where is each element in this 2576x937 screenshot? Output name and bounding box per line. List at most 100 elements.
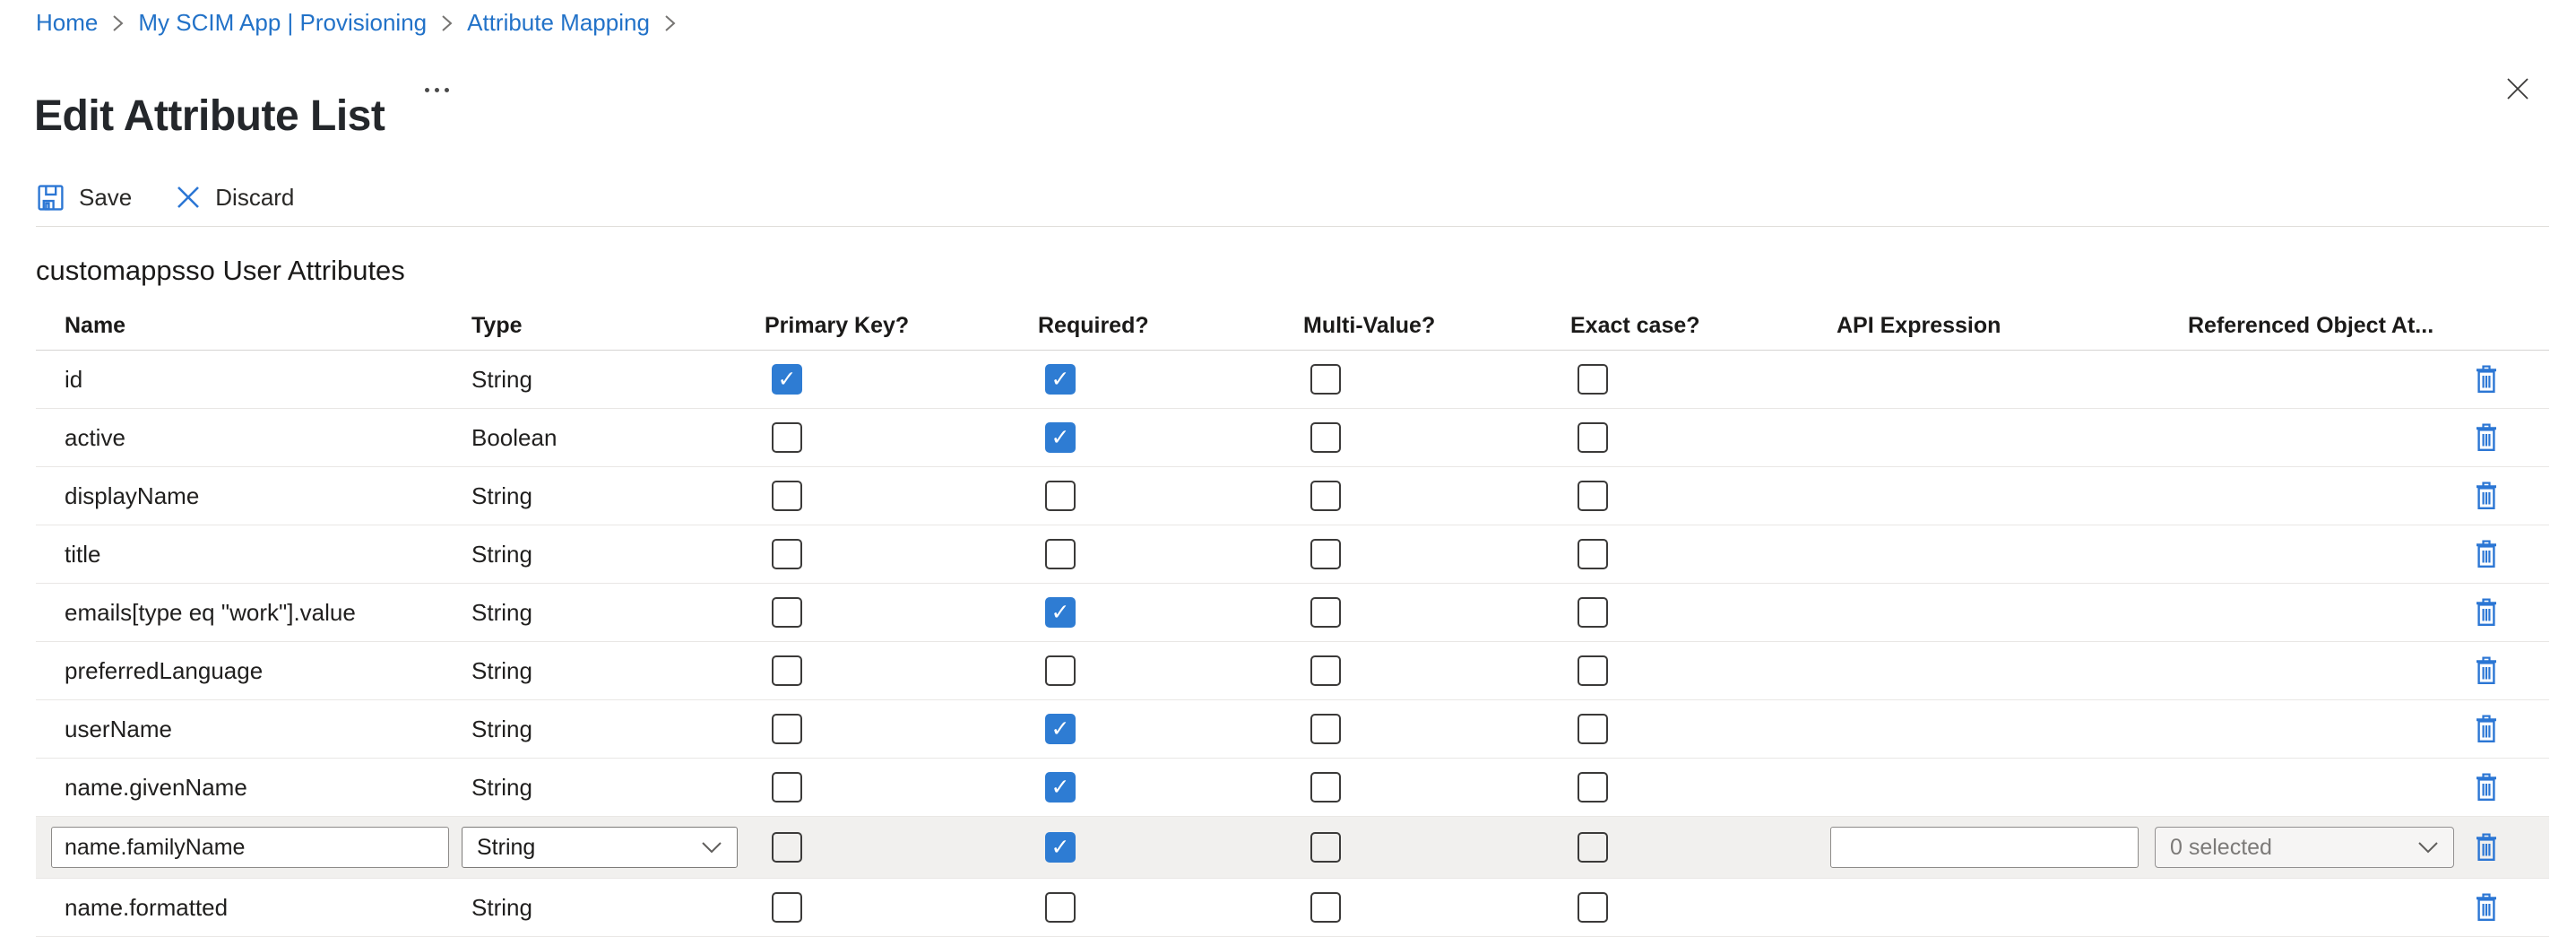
multi-value-checkbox[interactable] bbox=[1310, 655, 1341, 686]
required-checkbox[interactable]: ✓ bbox=[1045, 422, 1076, 453]
column-header-primary-key: Primary Key? bbox=[765, 313, 1038, 339]
required-checkbox[interactable]: ✓ bbox=[1045, 772, 1076, 803]
toolbar-divider bbox=[36, 226, 2549, 227]
chevron-down-icon bbox=[701, 841, 722, 855]
attribute-name: title bbox=[65, 541, 471, 568]
discard-label: Discard bbox=[215, 184, 294, 212]
attribute-type: String bbox=[471, 599, 765, 627]
multi-value-checkbox[interactable] bbox=[1310, 422, 1341, 453]
required-checkbox[interactable] bbox=[1045, 892, 1076, 923]
table-row: userNameString ✓ bbox=[36, 700, 2549, 759]
table-row: ✓ String 0 selected bbox=[36, 817, 2549, 879]
delete-row-button[interactable] bbox=[2474, 422, 2499, 453]
attribute-name: userName bbox=[65, 716, 471, 743]
chevron-right-icon bbox=[441, 13, 453, 33]
column-header-multi-value: Multi-Value? bbox=[1303, 313, 1570, 339]
breadcrumb-link-home[interactable]: Home bbox=[36, 9, 98, 37]
required-checkbox[interactable]: ✓ bbox=[1045, 714, 1076, 744]
table-row: name.givenNameString✓ bbox=[36, 759, 2549, 817]
table-body: idString✓✓activeBoolean✓displayNameStrin… bbox=[36, 351, 2549, 937]
multi-value-checkbox[interactable] bbox=[1310, 481, 1341, 511]
multi-value-checkbox[interactable] bbox=[1310, 714, 1341, 744]
attribute-type: String bbox=[471, 716, 765, 743]
breadcrumb-link-provisioning[interactable]: My SCIM App | Provisioning bbox=[138, 9, 427, 37]
delete-row-button[interactable] bbox=[2474, 892, 2499, 923]
delete-row-button[interactable] bbox=[2474, 364, 2499, 395]
type-select[interactable]: String bbox=[462, 827, 738, 868]
column-header-exact-case: Exact case? bbox=[1570, 313, 1837, 339]
delete-row-button[interactable] bbox=[2474, 481, 2499, 511]
table-header: Name Type Primary Key? Required? Multi-V… bbox=[36, 301, 2549, 351]
table-row: displayNameString bbox=[36, 467, 2549, 525]
table-row: activeBoolean✓ bbox=[36, 409, 2549, 467]
primary-key-checkbox[interactable] bbox=[772, 772, 802, 803]
delete-row-button[interactable] bbox=[2474, 539, 2499, 569]
table-row: emails[type eq "work"].valueString✓ bbox=[36, 584, 2549, 642]
trash-icon bbox=[2474, 481, 2499, 511]
save-label: Save bbox=[79, 184, 132, 212]
required-checkbox[interactable]: ✓ bbox=[1045, 597, 1076, 628]
exact-case-checkbox[interactable] bbox=[1578, 655, 1608, 686]
delete-row-button[interactable] bbox=[2474, 655, 2499, 686]
exact-case-checkbox[interactable] bbox=[1578, 772, 1608, 803]
primary-key-checkbox[interactable] bbox=[772, 892, 802, 923]
trash-icon bbox=[2474, 597, 2499, 628]
column-header-name: Name bbox=[65, 313, 471, 339]
attribute-type: String bbox=[471, 657, 765, 685]
trash-icon bbox=[2474, 655, 2499, 686]
exact-case-checkbox[interactable] bbox=[1578, 832, 1608, 863]
primary-key-checkbox[interactable] bbox=[772, 422, 802, 453]
exact-case-checkbox[interactable] bbox=[1578, 539, 1608, 569]
multi-value-checkbox[interactable] bbox=[1310, 832, 1341, 863]
delete-row-button[interactable] bbox=[2474, 714, 2499, 744]
trash-icon bbox=[2474, 832, 2499, 863]
primary-key-checkbox[interactable]: ✓ bbox=[772, 364, 802, 395]
more-options-icon[interactable] bbox=[425, 88, 449, 92]
multi-value-checkbox[interactable] bbox=[1310, 597, 1341, 628]
required-checkbox[interactable] bbox=[1045, 655, 1076, 686]
attribute-name: displayName bbox=[65, 482, 471, 510]
exact-case-checkbox[interactable] bbox=[1578, 714, 1608, 744]
required-checkbox[interactable] bbox=[1045, 539, 1076, 569]
required-checkbox[interactable] bbox=[1045, 481, 1076, 511]
attribute-type: String bbox=[471, 541, 765, 568]
multi-value-checkbox[interactable] bbox=[1310, 364, 1341, 395]
discard-button[interactable]: Discard bbox=[175, 184, 294, 212]
primary-key-checkbox[interactable] bbox=[772, 655, 802, 686]
primary-key-checkbox[interactable] bbox=[772, 597, 802, 628]
toolbar: Save Discard bbox=[36, 174, 294, 221]
primary-key-checkbox[interactable] bbox=[772, 714, 802, 744]
delete-row-button[interactable] bbox=[2474, 832, 2499, 863]
required-checkbox[interactable]: ✓ bbox=[1045, 364, 1076, 395]
exact-case-checkbox[interactable] bbox=[1578, 892, 1608, 923]
primary-key-checkbox[interactable] bbox=[772, 481, 802, 511]
section-heading: customappsso User Attributes bbox=[36, 255, 405, 287]
column-header-api-expression: API Expression bbox=[1837, 313, 2188, 339]
trash-icon bbox=[2474, 364, 2499, 395]
primary-key-checkbox[interactable] bbox=[772, 832, 802, 863]
api-expression-input[interactable] bbox=[1830, 827, 2139, 868]
exact-case-checkbox[interactable] bbox=[1578, 597, 1608, 628]
table-row: idString✓✓ bbox=[36, 351, 2549, 409]
multi-value-checkbox[interactable] bbox=[1310, 892, 1341, 923]
column-header-type: Type bbox=[471, 313, 765, 339]
chevron-right-icon bbox=[664, 13, 676, 33]
multi-value-checkbox[interactable] bbox=[1310, 539, 1341, 569]
save-button[interactable]: Save bbox=[36, 183, 132, 213]
exact-case-checkbox[interactable] bbox=[1578, 481, 1608, 511]
trash-icon bbox=[2474, 714, 2499, 744]
delete-row-button[interactable] bbox=[2474, 597, 2499, 628]
required-checkbox[interactable]: ✓ bbox=[1045, 832, 1076, 863]
type-select-value: String bbox=[477, 835, 535, 861]
exact-case-checkbox[interactable] bbox=[1578, 364, 1608, 395]
referenced-object-select[interactable]: 0 selected bbox=[2155, 827, 2454, 868]
breadcrumb-link-attribute-mapping[interactable]: Attribute Mapping bbox=[467, 9, 650, 37]
chevron-down-icon bbox=[2417, 841, 2439, 855]
attribute-name-input[interactable] bbox=[51, 827, 449, 868]
close-button[interactable] bbox=[2504, 75, 2531, 102]
delete-row-button[interactable] bbox=[2474, 772, 2499, 803]
multi-value-checkbox[interactable] bbox=[1310, 772, 1341, 803]
primary-key-checkbox[interactable] bbox=[772, 539, 802, 569]
attribute-type: String bbox=[471, 774, 765, 802]
exact-case-checkbox[interactable] bbox=[1578, 422, 1608, 453]
